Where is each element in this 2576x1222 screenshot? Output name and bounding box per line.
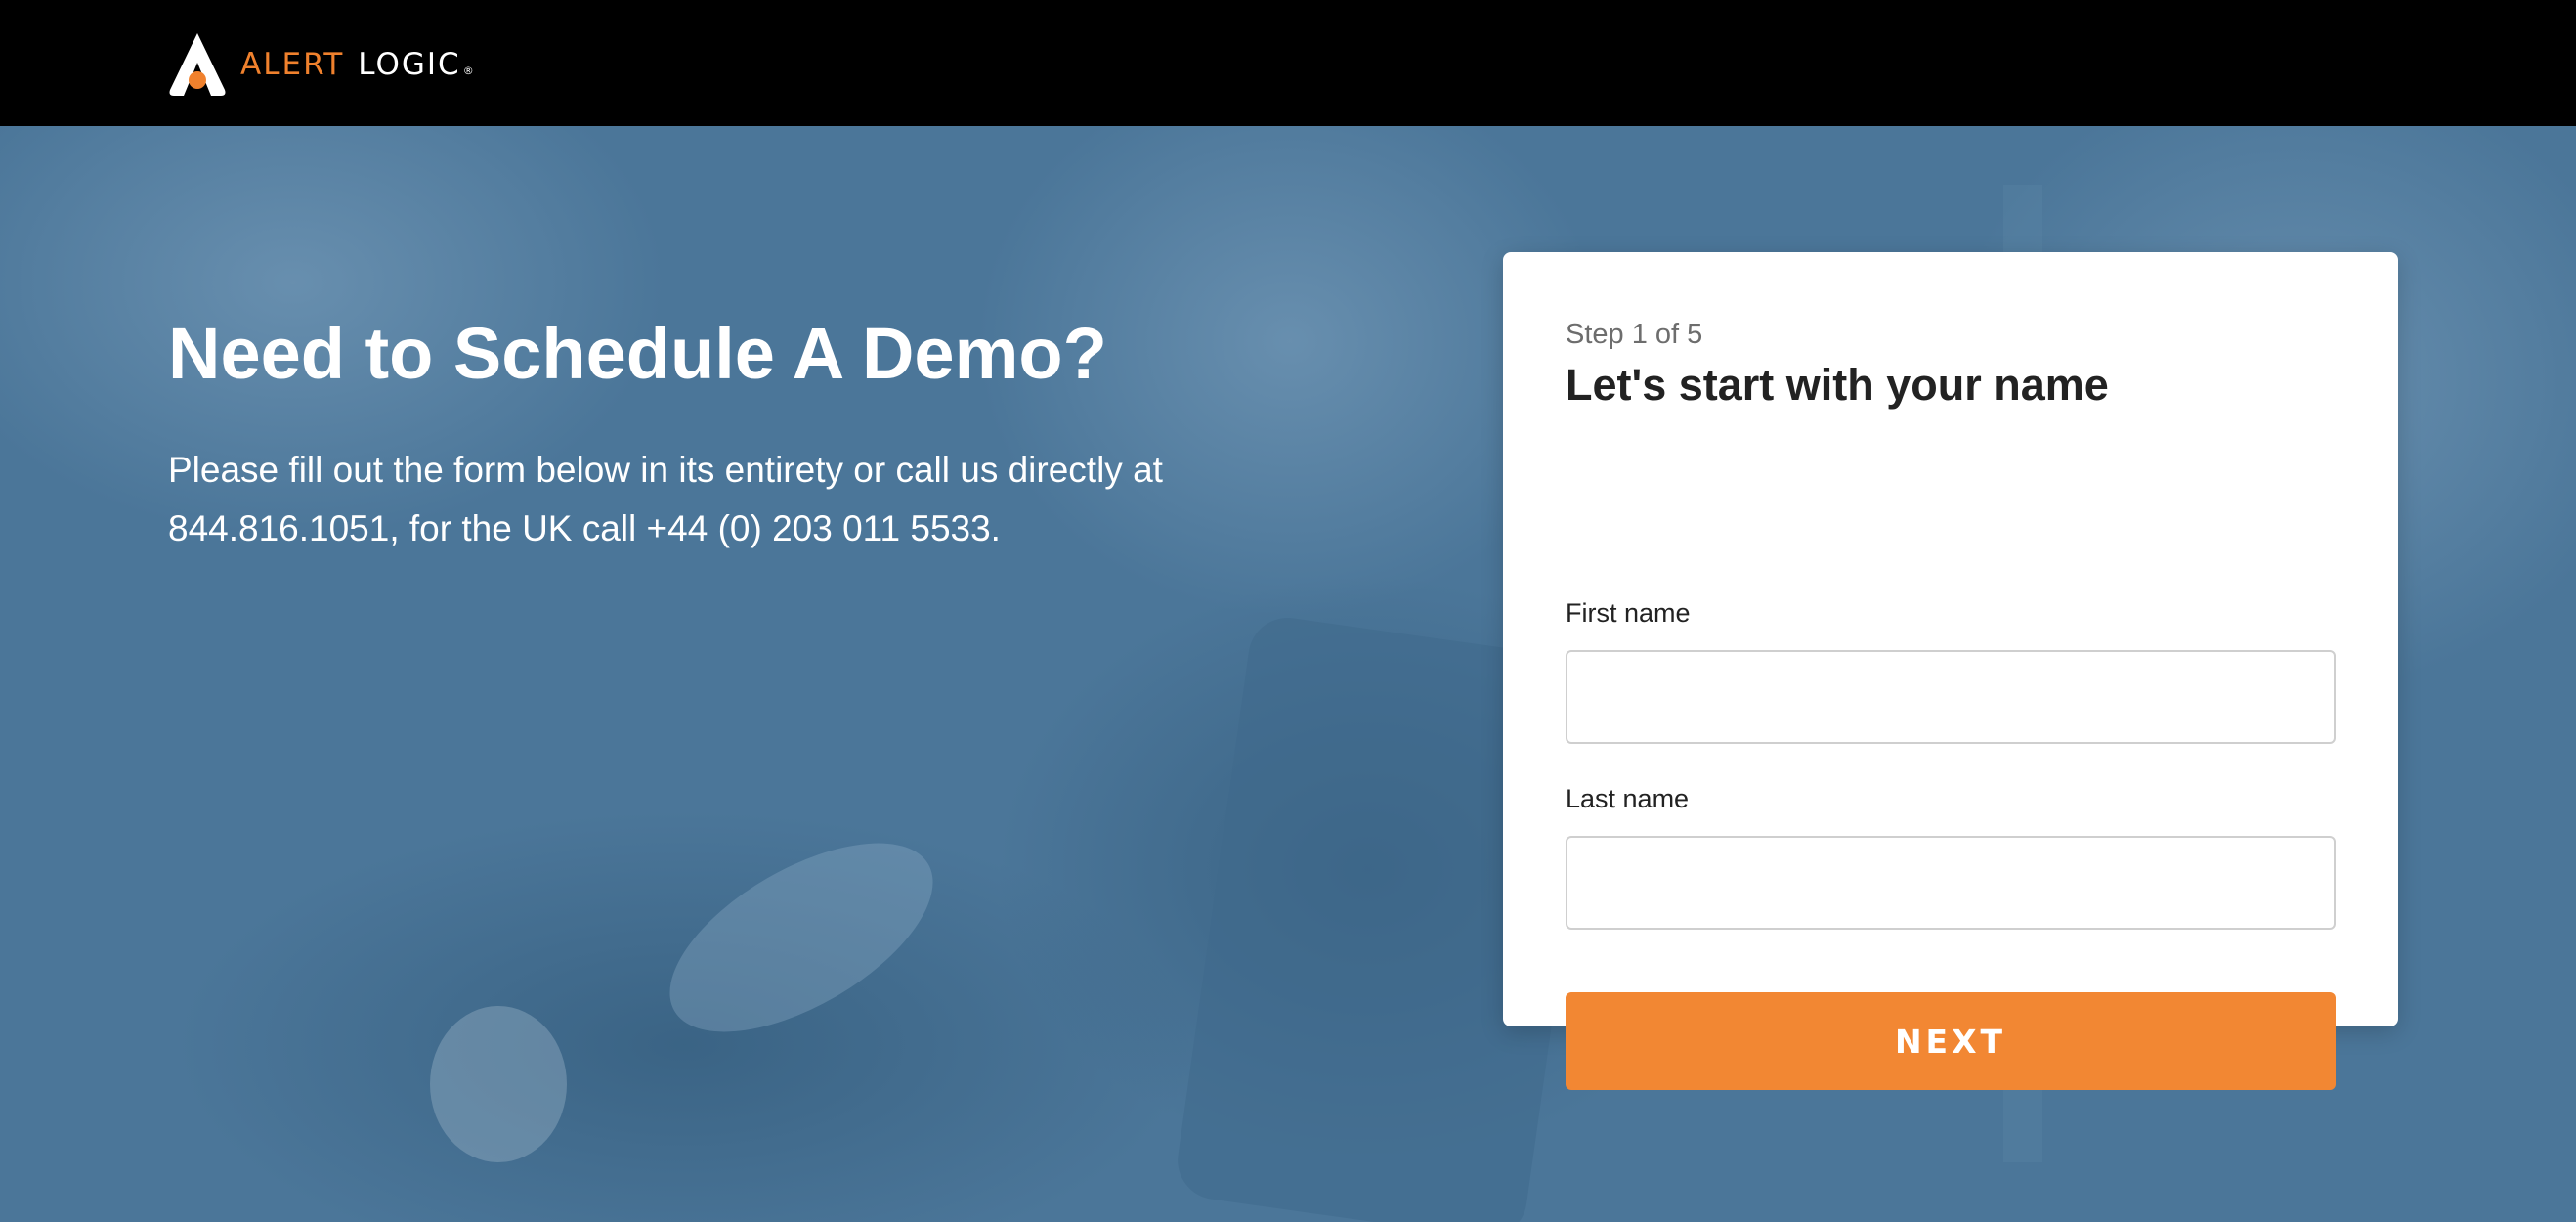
- last-name-input[interactable]: [1566, 836, 2336, 930]
- next-button[interactable]: NEXT: [1566, 992, 2336, 1090]
- hero-section: Need to Schedule A Demo? Please fill out…: [0, 126, 2576, 1222]
- logo-word-alert: ALERT: [240, 46, 345, 82]
- top-bar: ALERT LOGIC ®: [0, 0, 2576, 126]
- form-title: Let's start with your name: [1566, 360, 2109, 410]
- intro-text: Please fill out the form below in its en…: [168, 450, 1163, 548]
- first-name-input[interactable]: [1566, 650, 2336, 744]
- logo-word-logic: LOGIC: [358, 46, 461, 82]
- first-name-label: First name: [1566, 598, 1691, 628]
- page-headline: Need to Schedule A Demo?: [168, 313, 1107, 394]
- last-name-label: Last name: [1566, 784, 1690, 813]
- logo-registered-mark: ®: [462, 64, 476, 77]
- demo-form-card: Step 1 of 5 Let's start with your name F…: [1503, 252, 2398, 1090]
- logo-wordmark: ALERT LOGIC ®: [240, 46, 476, 82]
- step-indicator: Step 1 of 5: [1566, 319, 1703, 350]
- logo-mark-icon: [169, 33, 226, 96]
- alert-logic-logo[interactable]: ALERT LOGIC ®: [168, 31, 476, 98]
